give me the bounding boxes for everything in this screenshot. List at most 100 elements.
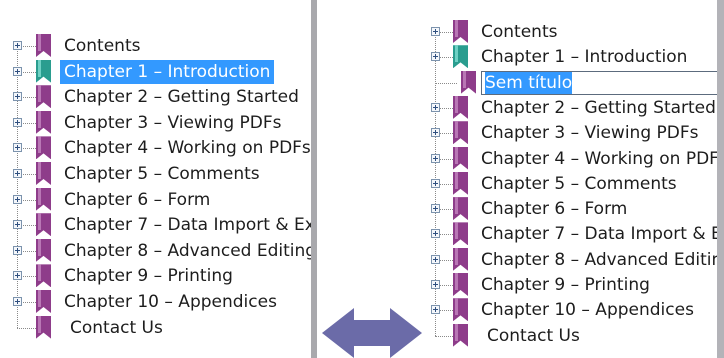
plus-box-icon[interactable]: [13, 66, 22, 76]
bookmark-tree-item[interactable]: Chapter 5 – Comments: [0, 162, 311, 186]
bookmark-ribbon-icon: [36, 213, 51, 237]
bookmark-ribbon-icon: [36, 85, 51, 109]
tree-connector-branch: [17, 327, 36, 329]
plus-box-icon[interactable]: [431, 153, 440, 163]
bookmark-ribbon-icon: [453, 222, 468, 246]
plus-box-icon[interactable]: [13, 117, 22, 127]
plus-box-icon[interactable]: [431, 254, 440, 264]
bookmark-title-input[interactable]: [485, 71, 717, 94]
bookmark-ribbon-icon: [453, 273, 468, 296]
plus-box-icon[interactable]: [431, 178, 440, 188]
bookmark-tree-item[interactable]: Chapter 5 – Comments: [322, 171, 724, 196]
plus-box-icon[interactable]: [431, 204, 440, 214]
bookmark-label: Chapter 10 – Appendices: [481, 300, 694, 321]
plus-box-icon[interactable]: [431, 128, 440, 138]
bookmark-label: Chapter 7 – Data Import & Exp: [481, 224, 724, 245]
panel-divider-left: [311, 0, 317, 358]
bookmark-ribbon-icon: [36, 290, 51, 313]
bookmark-ribbon-icon: [36, 264, 51, 288]
bookmark-label: Contents: [64, 36, 141, 56]
bookmark-ribbon-icon: [36, 187, 51, 211]
bookmark-label: Contact Us: [70, 317, 163, 338]
bookmark-label: Chapter 10 – Appendices: [64, 292, 277, 312]
plus-box-icon[interactable]: [13, 220, 22, 230]
bookmark-ribbon-icon: [453, 146, 468, 170]
bookmark-ribbon-icon: [453, 45, 468, 69]
plus-box-icon[interactable]: [13, 92, 22, 102]
bookmark-tree-item[interactable]: Chapter 9 – Printing: [0, 264, 311, 288]
bookmark-tree-item[interactable]: Contact Us: [0, 315, 311, 340]
bookmark-tree-item[interactable]: Chapter 1 – Introduction: [322, 45, 724, 69]
tree-connector-branch: [435, 82, 457, 84]
bookmark-label: Chapter 1 – Introduction: [481, 47, 688, 68]
bookmark-ribbon-icon: [453, 95, 468, 119]
bookmark-ribbon-icon: [36, 136, 51, 160]
bookmark-label: Chapter 6 – Form: [64, 189, 211, 210]
bookmark-label: Chapter 8 – Advanced Editing o: [64, 240, 311, 261]
bookmark-ribbon-icon: [453, 171, 468, 195]
bookmark-tree-item[interactable]: Chapter 1 – Introduction: [0, 59, 311, 84]
plus-box-icon[interactable]: [13, 41, 22, 50]
bookmark-tree-item[interactable]: Chapter 2 – Getting Started: [322, 95, 724, 120]
plus-box-icon[interactable]: [13, 271, 22, 281]
plus-box-icon[interactable]: [431, 102, 440, 112]
bookmark-tree-item[interactable]: Chapter 9 – Printing: [322, 273, 724, 297]
bookmark-ribbon-icon: [36, 110, 51, 134]
bookmarks-panel-before: Contents Chapter 1 – Introduction Chapter …: [0, 0, 311, 358]
bookmark-tree-item[interactable]: Contents: [322, 20, 724, 44]
bookmark-ribbon-icon: [453, 247, 468, 271]
bookmark-label: Chapter 4 – Working on PDFs: [481, 148, 724, 169]
bookmark-tree-item[interactable]: Chapter 4 – Working on PDFs: [0, 136, 311, 160]
bookmark-label: Chapter 2 – Getting Started: [64, 87, 299, 108]
bookmark-label: Contact Us: [487, 325, 580, 346]
panel-divider-right: [717, 0, 724, 358]
plus-box-icon[interactable]: [13, 194, 22, 204]
plus-box-icon[interactable]: [13, 297, 22, 306]
bookmark-rename-field[interactable]: [481, 70, 721, 95]
bookmark-tree-item[interactable]: Chapter 10 – Appendices: [0, 290, 311, 314]
bookmark-label: Chapter 8 – Advanced Editing o: [481, 249, 724, 270]
bookmark-label: Chapter 4 – Working on PDFs: [64, 138, 311, 159]
bookmark-label: Chapter 5 – Comments: [481, 173, 677, 194]
plus-box-icon[interactable]: [13, 169, 22, 178]
bookmarks-panel-after: Contents Chapter 1 – Introduction Chapter …: [322, 0, 724, 358]
plus-box-icon[interactable]: [431, 52, 440, 62]
bookmark-label: Chapter 9 – Printing: [64, 266, 233, 287]
plus-box-icon[interactable]: [13, 245, 22, 255]
bookmark-ribbon-icon: [453, 298, 468, 322]
tree-connector-branch: [435, 335, 453, 337]
bookmark-ribbon-icon: [36, 162, 51, 185]
bookmark-ribbon-icon: [36, 238, 51, 262]
bookmark-tree-item[interactable]: Chapter 7 – Data Import & Exp: [0, 213, 311, 237]
bookmark-tree-item[interactable]: Chapter 3 – Viewing PDFs: [0, 110, 311, 135]
bookmark-tree-item[interactable]: Chapter 2 – Getting Started: [0, 85, 311, 109]
bookmark-label: Chapter 6 – Form: [481, 199, 628, 220]
bookmark-ribbon-icon: [36, 315, 51, 339]
bookmark-label: Chapter 3 – Viewing PDFs: [64, 112, 282, 133]
bookmark-label: Contents: [481, 22, 558, 42]
bookmark-tree-item[interactable]: Chapter 6 – Form: [322, 197, 724, 221]
bookmark-ribbon-icon: [461, 70, 476, 94]
plus-box-icon[interactable]: [431, 27, 440, 36]
double-headed-arrow-icon: [322, 308, 422, 358]
plus-box-icon[interactable]: [431, 229, 440, 239]
bookmark-label: Chapter 7 – Data Import & Exp: [64, 215, 311, 236]
bookmark-tree-item[interactable]: Chapter 3 – Viewing PDFs: [322, 121, 724, 145]
bookmark-ribbon-icon: [453, 323, 468, 347]
bookmark-tree-item[interactable]: Contents: [0, 34, 311, 58]
bookmark-label: Chapter 1 – Introduction: [60, 59, 275, 84]
bookmark-tree-item[interactable]: Chapter 8 – Advanced Editing o: [322, 247, 724, 272]
bookmark-ribbon-icon: [453, 197, 468, 221]
bookmark-label: Chapter 3 – Viewing PDFs: [481, 123, 699, 144]
plus-box-icon[interactable]: [13, 143, 22, 153]
bookmark-tree-item[interactable]: Chapter 8 – Advanced Editing o: [0, 238, 311, 263]
bookmark-ribbon-icon: [453, 121, 468, 145]
bookmark-label: Chapter 5 – Comments: [64, 164, 260, 184]
bookmark-tree-item[interactable]: Chapter 7 – Data Import & Exp: [322, 222, 724, 246]
plus-box-icon[interactable]: [431, 305, 440, 315]
bookmark-tree-item[interactable]: Chapter 4 – Working on PDFs: [322, 146, 724, 171]
plus-box-icon[interactable]: [431, 280, 440, 289]
bookmark-ribbon-icon: [453, 20, 468, 43]
bookmark-tree-item[interactable]: Chapter 6 – Form: [0, 187, 311, 212]
bookmark-tree-item[interactable]: [322, 70, 724, 95]
